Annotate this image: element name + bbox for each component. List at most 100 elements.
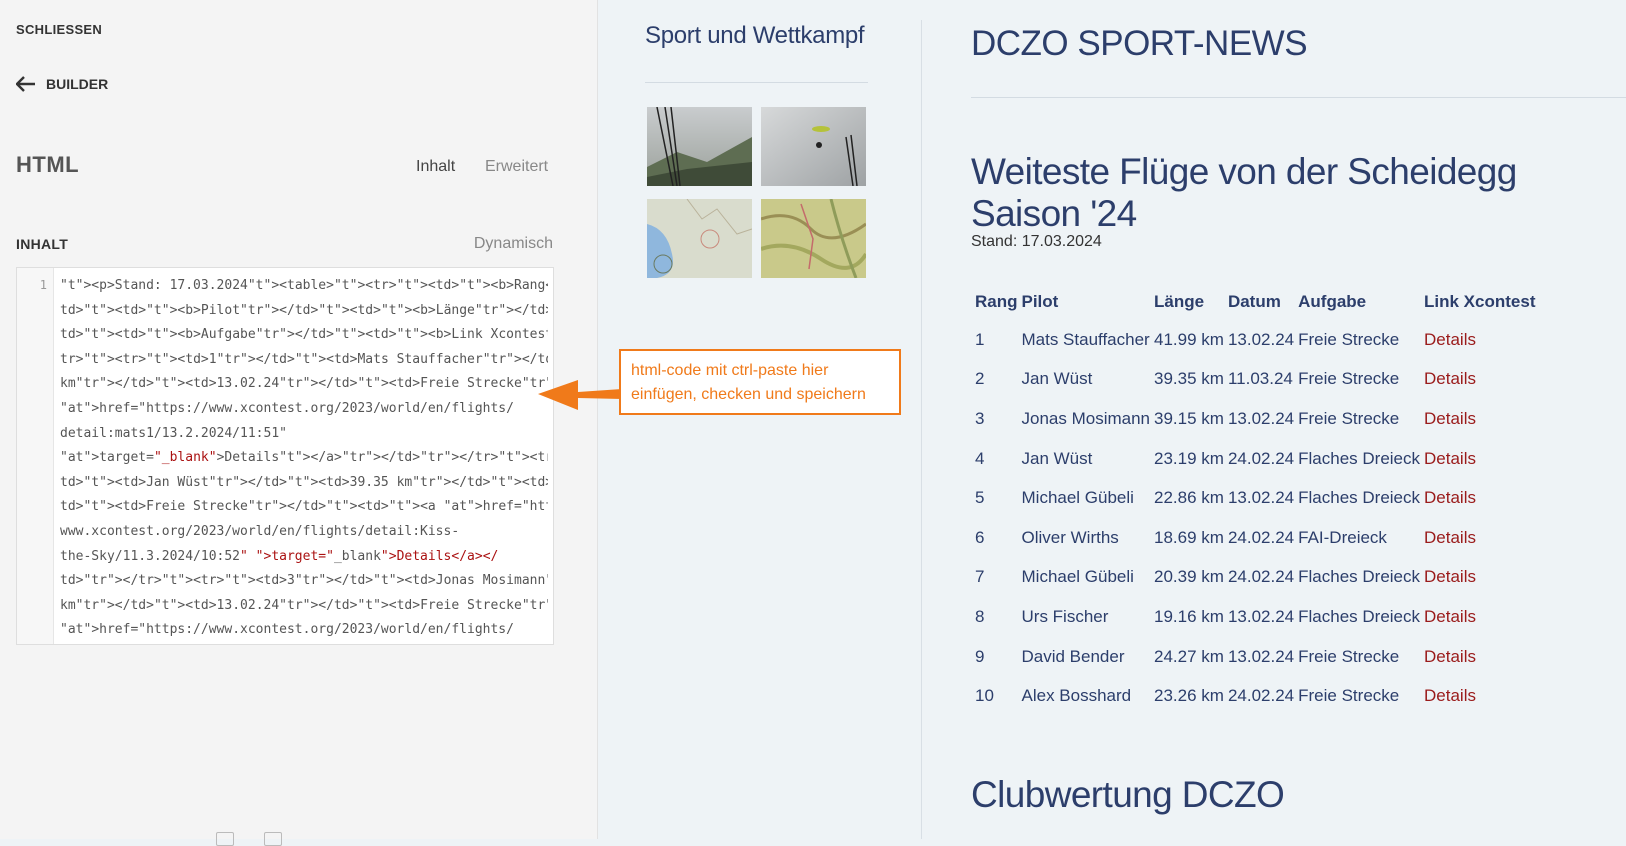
table-row: 6 Oliver Wirths 18.69 km 24.02.24 FAI-Dreiec… xyxy=(971,518,1537,558)
table-cell: 24.02.24 xyxy=(1227,686,1295,706)
column-header: Pilot xyxy=(1021,292,1059,311)
column-divider xyxy=(921,20,922,839)
table-cell: David Bender xyxy=(1021,646,1125,666)
table-cell: 24.02.24 xyxy=(1227,448,1295,468)
club-ranking-title: Clubwertung DCZO xyxy=(971,774,1285,815)
code-line[interactable]: www.xcontest.org/2023/world/en/flights/d… xyxy=(60,520,548,545)
table-cell: Michael Gübeli xyxy=(1021,488,1134,508)
code-line[interactable]: td>"tr"></tr>"t"><tr>"t"><td>3"tr"></td>… xyxy=(60,569,548,594)
table-cell: 10 xyxy=(975,686,994,706)
map-thumbnail-1[interactable] xyxy=(647,199,752,278)
details-link[interactable]: Details xyxy=(1424,686,1476,705)
details-cell: Details xyxy=(1422,597,1537,637)
divider xyxy=(645,82,868,83)
bottom-toolbar xyxy=(216,832,282,846)
code-line[interactable]: td>"t"><td>"t"><b>Aufgabe"tr"></td>"t"><… xyxy=(60,323,548,348)
builder-panel: SCHLIESSEN BUILDER HTML Inhalt Erweitert… xyxy=(0,0,598,846)
code-line[interactable]: td>"t"><td>Jan Wüst"tr"></td>"t"><td>39.… xyxy=(60,471,548,496)
code-line[interactable]: the-Sky/11.3.2024/10:52" ">target="_blan… xyxy=(60,545,548,570)
paraglider-photo-1[interactable] xyxy=(647,107,752,186)
code-line[interactable]: td>"t"><td>"t"><b>Pilot"tr"></td>"t"><td… xyxy=(60,299,548,324)
code-line[interactable]: td>"t"><td>Freie Strecke"tr"></td>"t"><t… xyxy=(60,495,548,520)
close-button[interactable]: SCHLIESSEN xyxy=(16,22,102,37)
details-cell: Details xyxy=(1422,518,1537,558)
table-cell: 1 xyxy=(975,329,985,349)
html-code-editor[interactable]: 1 "t"><p>Stand: 17.03.2024"t"><table>"t"… xyxy=(16,267,554,645)
back-to-builder-button[interactable]: BUILDER xyxy=(16,76,108,92)
table-cell: Freie Strecke xyxy=(1298,329,1400,349)
details-link[interactable]: Details xyxy=(1424,567,1476,586)
back-label: BUILDER xyxy=(46,76,109,92)
table-row: 7 Michael Gübeli 20.39 km 24.02.24 Flaches D… xyxy=(971,558,1537,598)
table-row: 1 Mats Stauffacher 41.99 km 13.02.24 Freie S… xyxy=(971,320,1537,360)
table-cell: 19.16 km xyxy=(1154,606,1224,626)
stand-date: Stand: 17.03.2024 xyxy=(971,233,1102,250)
details-link[interactable]: Details xyxy=(1424,369,1476,388)
table-cell: 13.02.24 xyxy=(1227,606,1295,626)
code-line[interactable]: "t"><p>Stand: 17.03.2024"t"><table>"t"><… xyxy=(60,274,548,299)
table-row: 10 Alex Bosshard 23.26 km 24.02.24 Freie Str… xyxy=(971,676,1537,716)
table-cell: 24.02.24 xyxy=(1227,527,1295,547)
table-cell: 23.26 km xyxy=(1154,686,1224,706)
details-link[interactable]: Details xyxy=(1424,647,1476,666)
table-cell: Freie Strecke xyxy=(1298,686,1400,706)
details-link[interactable]: Details xyxy=(1424,449,1476,468)
table-cell: Freie Strecke xyxy=(1298,646,1400,666)
column-header: Link Xcontest xyxy=(1424,292,1536,311)
device-icon[interactable] xyxy=(264,832,282,846)
device-icon[interactable] xyxy=(216,832,234,846)
table-cell: Michael Gübeli xyxy=(1021,567,1134,587)
table-cell: Jonas Mosimann xyxy=(1021,408,1151,428)
column-header: Aufgabe xyxy=(1298,292,1367,311)
code-line[interactable]: detail:mats1/13.2.2024/11:51" xyxy=(60,422,548,447)
table-cell: Flaches Dreieck xyxy=(1298,448,1421,468)
instruction-callout: html-code mit ctrl-paste hier einfügen, … xyxy=(619,349,901,415)
page-title: DCZO SPORT-NEWS xyxy=(971,24,1308,63)
details-link[interactable]: Details xyxy=(1424,330,1476,349)
tab-inhalt[interactable]: Inhalt xyxy=(416,158,455,176)
table-cell: Oliver Wirths xyxy=(1021,527,1119,547)
arrow-left-icon xyxy=(538,380,622,410)
table-cell: 41.99 km xyxy=(1154,329,1224,349)
code-line[interactable]: "at">href="https://www.xcontest.org/2023… xyxy=(60,397,548,422)
table-cell: 6 xyxy=(975,527,985,547)
code-line[interactable]: km"tr"></td>"t"><td>13.02.24"tr"></td>"t… xyxy=(60,594,548,619)
details-cell: Details xyxy=(1422,360,1537,400)
table-cell: Mats Stauffacher xyxy=(1021,329,1150,349)
table-row: 3 Jonas Mosimann 39.15 km 13.02.24 Freie Str… xyxy=(971,399,1537,439)
details-cell: Details xyxy=(1422,320,1537,360)
details-link[interactable]: Details xyxy=(1424,607,1476,626)
table-cell: Flaches Dreieck xyxy=(1298,488,1421,508)
details-link[interactable]: Details xyxy=(1424,488,1476,507)
table-row: 8 Urs Fischer 19.16 km 13.02.24 Flaches Drei… xyxy=(971,597,1537,637)
code-line[interactable]: "at">target="_blank">Details"t"></a>"tr"… xyxy=(60,446,548,471)
table-cell: Urs Fischer xyxy=(1021,606,1109,626)
table-cell: 4 xyxy=(975,448,985,468)
table-cell: Flaches Dreieck xyxy=(1298,567,1421,587)
table-cell: 7 xyxy=(975,567,985,587)
table-cell: 2 xyxy=(975,369,985,389)
table-cell: 13.02.24 xyxy=(1227,488,1295,508)
dynamic-content-button[interactable]: Dynamisch xyxy=(474,235,553,253)
details-cell: Details xyxy=(1422,439,1537,479)
tab-erweitert[interactable]: Erweitert xyxy=(485,158,548,176)
table-cell: 24.02.24 xyxy=(1227,567,1295,587)
ranking-table: Rang Pilot Länge Datum Aufgabe Link Xcontest 1… xyxy=(971,292,1537,716)
map-thumbnail-2[interactable] xyxy=(761,199,866,278)
table-cell: 13.02.24 xyxy=(1227,329,1295,349)
table-cell: Flaches Dreieck xyxy=(1298,606,1421,626)
paraglider-photo-2[interactable] xyxy=(761,107,866,186)
line-number: 1 xyxy=(39,278,47,292)
line-number-gutter: 1 xyxy=(17,268,54,644)
table-cell: 39.15 km xyxy=(1154,408,1224,428)
details-link[interactable]: Details xyxy=(1424,528,1476,547)
callout-line: einfügen, checken und speichern xyxy=(631,386,866,403)
code-line[interactable]: "at">href="https://www.xcontest.org/2023… xyxy=(60,618,548,643)
code-content[interactable]: "t"><p>Stand: 17.03.2024"t"><table>"t"><… xyxy=(60,274,548,643)
table-cell: 13.02.24 xyxy=(1227,646,1295,666)
table-row: 5 Michael Gübeli 22.86 km 13.02.24 Flaches D… xyxy=(971,478,1537,518)
code-line[interactable]: km"tr"></td>"t"><td>13.02.24"tr"></td>"t… xyxy=(60,372,548,397)
code-line[interactable]: tr>"t"><tr>"t"><td>1"tr"></td>"t"><td>Ma… xyxy=(60,348,548,373)
table-cell: 8 xyxy=(975,606,985,626)
details-link[interactable]: Details xyxy=(1424,409,1476,428)
